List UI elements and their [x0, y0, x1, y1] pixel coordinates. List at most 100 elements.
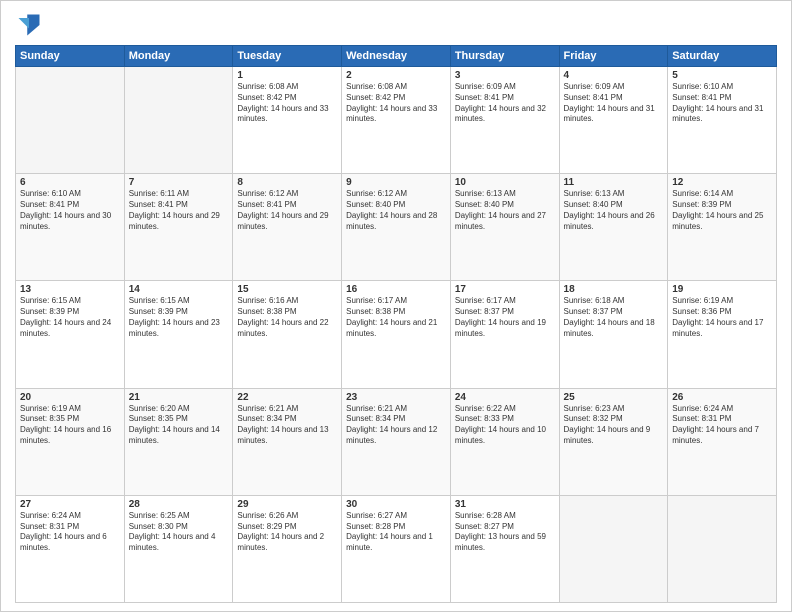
calendar-header-row: SundayMondayTuesdayWednesdayThursdayFrid…	[16, 46, 777, 67]
calendar-cell: 28Sunrise: 6:25 AMSunset: 8:30 PMDayligh…	[124, 495, 233, 602]
day-number: 11	[564, 177, 664, 188]
cell-details: Sunrise: 6:21 AMSunset: 8:34 PMDaylight:…	[237, 404, 337, 447]
calendar-cell: 17Sunrise: 6:17 AMSunset: 8:37 PMDayligh…	[450, 281, 559, 388]
weekday-header-sunday: Sunday	[16, 46, 125, 67]
weekday-header-tuesday: Tuesday	[233, 46, 342, 67]
calendar-cell: 21Sunrise: 6:20 AMSunset: 8:35 PMDayligh…	[124, 388, 233, 495]
day-number: 14	[129, 284, 229, 295]
day-number: 3	[455, 70, 555, 81]
day-number: 21	[129, 392, 229, 403]
day-number: 1	[237, 70, 337, 81]
weekday-header-thursday: Thursday	[450, 46, 559, 67]
day-number: 18	[564, 284, 664, 295]
weekday-header-friday: Friday	[559, 46, 668, 67]
calendar-cell: 8Sunrise: 6:12 AMSunset: 8:41 PMDaylight…	[233, 174, 342, 281]
calendar-cell: 11Sunrise: 6:13 AMSunset: 8:40 PMDayligh…	[559, 174, 668, 281]
cell-details: Sunrise: 6:13 AMSunset: 8:40 PMDaylight:…	[455, 189, 555, 232]
calendar-cell: 14Sunrise: 6:15 AMSunset: 8:39 PMDayligh…	[124, 281, 233, 388]
calendar-cell: 9Sunrise: 6:12 AMSunset: 8:40 PMDaylight…	[342, 174, 451, 281]
calendar-cell	[668, 495, 777, 602]
cell-details: Sunrise: 6:22 AMSunset: 8:33 PMDaylight:…	[455, 404, 555, 447]
weekday-header-saturday: Saturday	[668, 46, 777, 67]
calendar-cell: 1Sunrise: 6:08 AMSunset: 8:42 PMDaylight…	[233, 67, 342, 174]
calendar-week-row: 1Sunrise: 6:08 AMSunset: 8:42 PMDaylight…	[16, 67, 777, 174]
calendar-cell	[559, 495, 668, 602]
calendar-cell	[124, 67, 233, 174]
cell-details: Sunrise: 6:10 AMSunset: 8:41 PMDaylight:…	[20, 189, 120, 232]
cell-details: Sunrise: 6:19 AMSunset: 8:35 PMDaylight:…	[20, 404, 120, 447]
calendar-cell: 29Sunrise: 6:26 AMSunset: 8:29 PMDayligh…	[233, 495, 342, 602]
logo-icon	[15, 11, 43, 39]
calendar-cell: 19Sunrise: 6:19 AMSunset: 8:36 PMDayligh…	[668, 281, 777, 388]
header	[15, 11, 777, 39]
calendar-cell: 25Sunrise: 6:23 AMSunset: 8:32 PMDayligh…	[559, 388, 668, 495]
cell-details: Sunrise: 6:15 AMSunset: 8:39 PMDaylight:…	[20, 296, 120, 339]
cell-details: Sunrise: 6:19 AMSunset: 8:36 PMDaylight:…	[672, 296, 772, 339]
day-number: 29	[237, 499, 337, 510]
cell-details: Sunrise: 6:15 AMSunset: 8:39 PMDaylight:…	[129, 296, 229, 339]
calendar-cell: 24Sunrise: 6:22 AMSunset: 8:33 PMDayligh…	[450, 388, 559, 495]
cell-details: Sunrise: 6:16 AMSunset: 8:38 PMDaylight:…	[237, 296, 337, 339]
day-number: 24	[455, 392, 555, 403]
day-number: 7	[129, 177, 229, 188]
cell-details: Sunrise: 6:09 AMSunset: 8:41 PMDaylight:…	[455, 82, 555, 125]
calendar-cell: 26Sunrise: 6:24 AMSunset: 8:31 PMDayligh…	[668, 388, 777, 495]
calendar-cell: 10Sunrise: 6:13 AMSunset: 8:40 PMDayligh…	[450, 174, 559, 281]
day-number: 25	[564, 392, 664, 403]
calendar-cell: 12Sunrise: 6:14 AMSunset: 8:39 PMDayligh…	[668, 174, 777, 281]
cell-details: Sunrise: 6:28 AMSunset: 8:27 PMDaylight:…	[455, 511, 555, 554]
calendar-week-row: 6Sunrise: 6:10 AMSunset: 8:41 PMDaylight…	[16, 174, 777, 281]
page: SundayMondayTuesdayWednesdayThursdayFrid…	[0, 0, 792, 612]
day-number: 12	[672, 177, 772, 188]
calendar-cell	[16, 67, 125, 174]
calendar-cell: 15Sunrise: 6:16 AMSunset: 8:38 PMDayligh…	[233, 281, 342, 388]
calendar-cell: 2Sunrise: 6:08 AMSunset: 8:42 PMDaylight…	[342, 67, 451, 174]
day-number: 4	[564, 70, 664, 81]
calendar-cell: 23Sunrise: 6:21 AMSunset: 8:34 PMDayligh…	[342, 388, 451, 495]
cell-details: Sunrise: 6:08 AMSunset: 8:42 PMDaylight:…	[346, 82, 446, 125]
cell-details: Sunrise: 6:23 AMSunset: 8:32 PMDaylight:…	[564, 404, 664, 447]
calendar-cell: 4Sunrise: 6:09 AMSunset: 8:41 PMDaylight…	[559, 67, 668, 174]
cell-details: Sunrise: 6:12 AMSunset: 8:41 PMDaylight:…	[237, 189, 337, 232]
cell-details: Sunrise: 6:09 AMSunset: 8:41 PMDaylight:…	[564, 82, 664, 125]
day-number: 5	[672, 70, 772, 81]
day-number: 15	[237, 284, 337, 295]
cell-details: Sunrise: 6:13 AMSunset: 8:40 PMDaylight:…	[564, 189, 664, 232]
calendar-cell: 27Sunrise: 6:24 AMSunset: 8:31 PMDayligh…	[16, 495, 125, 602]
calendar-week-row: 20Sunrise: 6:19 AMSunset: 8:35 PMDayligh…	[16, 388, 777, 495]
day-number: 19	[672, 284, 772, 295]
day-number: 30	[346, 499, 446, 510]
calendar-cell: 18Sunrise: 6:18 AMSunset: 8:37 PMDayligh…	[559, 281, 668, 388]
cell-details: Sunrise: 6:10 AMSunset: 8:41 PMDaylight:…	[672, 82, 772, 125]
calendar-week-row: 13Sunrise: 6:15 AMSunset: 8:39 PMDayligh…	[16, 281, 777, 388]
day-number: 8	[237, 177, 337, 188]
calendar-cell: 7Sunrise: 6:11 AMSunset: 8:41 PMDaylight…	[124, 174, 233, 281]
calendar-cell: 16Sunrise: 6:17 AMSunset: 8:38 PMDayligh…	[342, 281, 451, 388]
cell-details: Sunrise: 6:24 AMSunset: 8:31 PMDaylight:…	[672, 404, 772, 447]
calendar-cell: 22Sunrise: 6:21 AMSunset: 8:34 PMDayligh…	[233, 388, 342, 495]
day-number: 9	[346, 177, 446, 188]
day-number: 2	[346, 70, 446, 81]
cell-details: Sunrise: 6:25 AMSunset: 8:30 PMDaylight:…	[129, 511, 229, 554]
day-number: 23	[346, 392, 446, 403]
day-number: 16	[346, 284, 446, 295]
day-number: 20	[20, 392, 120, 403]
day-number: 22	[237, 392, 337, 403]
cell-details: Sunrise: 6:11 AMSunset: 8:41 PMDaylight:…	[129, 189, 229, 232]
cell-details: Sunrise: 6:17 AMSunset: 8:38 PMDaylight:…	[346, 296, 446, 339]
day-number: 17	[455, 284, 555, 295]
calendar-cell: 6Sunrise: 6:10 AMSunset: 8:41 PMDaylight…	[16, 174, 125, 281]
calendar-cell: 20Sunrise: 6:19 AMSunset: 8:35 PMDayligh…	[16, 388, 125, 495]
calendar-cell: 3Sunrise: 6:09 AMSunset: 8:41 PMDaylight…	[450, 67, 559, 174]
cell-details: Sunrise: 6:24 AMSunset: 8:31 PMDaylight:…	[20, 511, 120, 554]
calendar-cell: 31Sunrise: 6:28 AMSunset: 8:27 PMDayligh…	[450, 495, 559, 602]
cell-details: Sunrise: 6:17 AMSunset: 8:37 PMDaylight:…	[455, 296, 555, 339]
day-number: 27	[20, 499, 120, 510]
cell-details: Sunrise: 6:27 AMSunset: 8:28 PMDaylight:…	[346, 511, 446, 554]
cell-details: Sunrise: 6:14 AMSunset: 8:39 PMDaylight:…	[672, 189, 772, 232]
cell-details: Sunrise: 6:08 AMSunset: 8:42 PMDaylight:…	[237, 82, 337, 125]
cell-details: Sunrise: 6:21 AMSunset: 8:34 PMDaylight:…	[346, 404, 446, 447]
day-number: 13	[20, 284, 120, 295]
calendar-cell: 30Sunrise: 6:27 AMSunset: 8:28 PMDayligh…	[342, 495, 451, 602]
cell-details: Sunrise: 6:12 AMSunset: 8:40 PMDaylight:…	[346, 189, 446, 232]
